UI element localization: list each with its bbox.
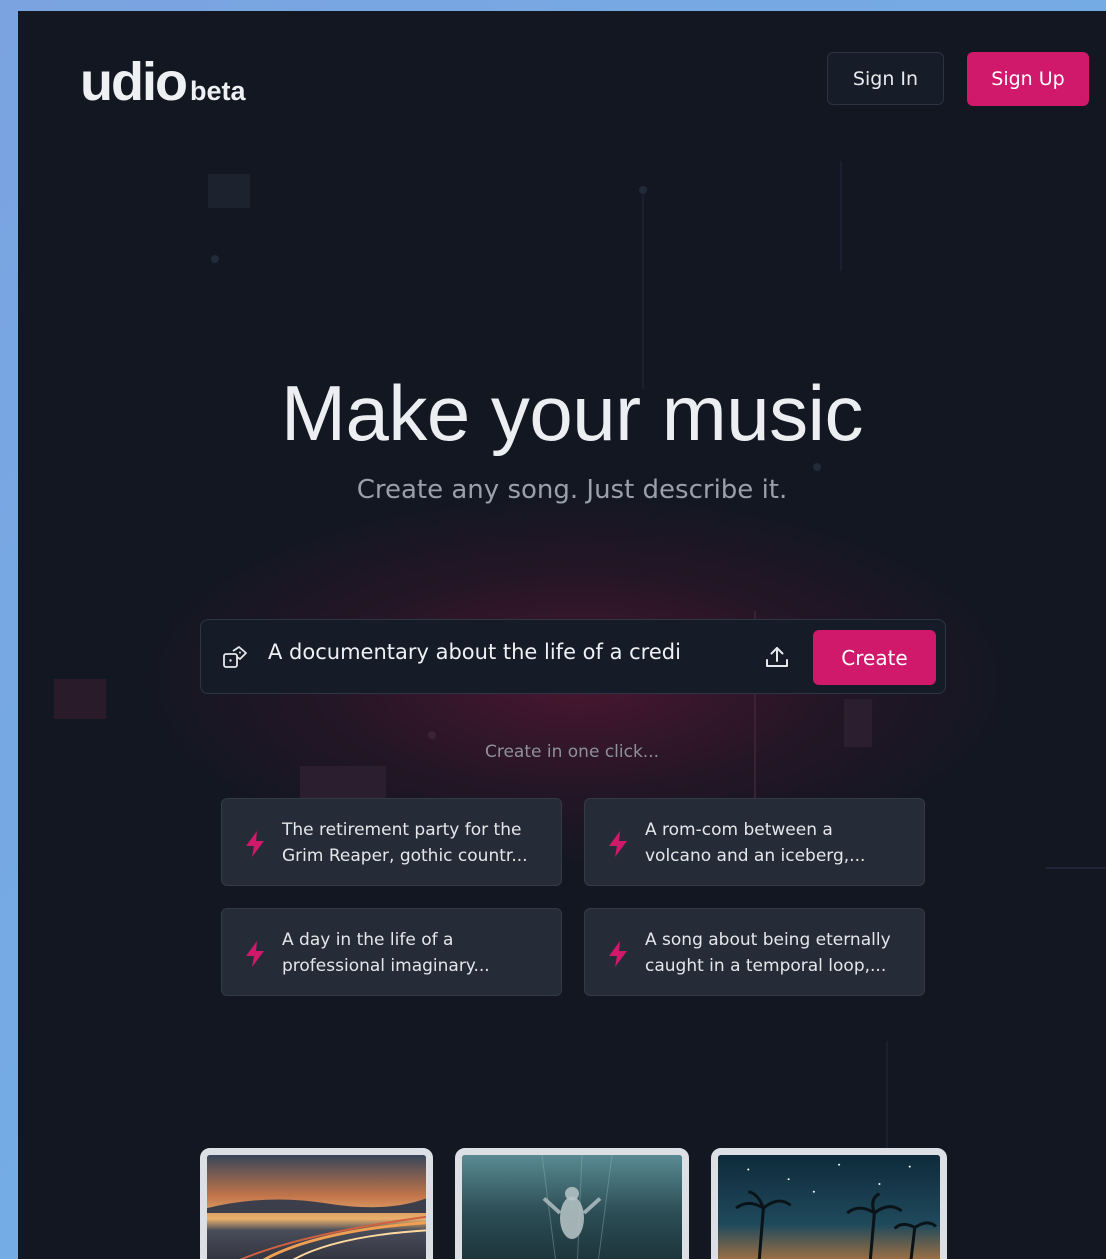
suggestion-line-2: volcano and an iceberg,... bbox=[645, 846, 866, 866]
suggestion-line-2: caught in a temporal loop,... bbox=[645, 956, 887, 976]
suggestion-card[interactable]: The retirement party for the Grim Reaper… bbox=[221, 798, 562, 886]
suggestion-line-1: A day in the life of a bbox=[282, 930, 454, 950]
suggestion-card[interactable]: A rom-com between a volcano and an icebe… bbox=[584, 798, 925, 886]
decor-line bbox=[642, 189, 644, 389]
bolt-icon bbox=[605, 829, 631, 859]
prompt-bar: A documentary about the life of a credi … bbox=[200, 619, 946, 694]
upload-icon[interactable] bbox=[763, 643, 791, 671]
prompt-input[interactable]: A documentary about the life of a credi bbox=[268, 640, 708, 664]
decor-dot bbox=[428, 731, 436, 739]
decor-dot bbox=[813, 463, 821, 471]
decor-dot bbox=[639, 186, 647, 194]
decor-square bbox=[300, 766, 386, 800]
decor-square bbox=[208, 174, 250, 208]
palm-trees-night-thumbnail[interactable] bbox=[711, 1148, 947, 1259]
suggestion-text: A day in the life of a professional imag… bbox=[282, 927, 547, 979]
decor-dot bbox=[211, 255, 219, 263]
suggestion-text: The retirement party for the Grim Reaper… bbox=[282, 817, 547, 869]
suggestion-line-2: Grim Reaper, gothic countr... bbox=[282, 846, 528, 866]
bolt-icon bbox=[242, 829, 268, 859]
hero-subtitle: Create any song. Just describe it. bbox=[356, 475, 788, 505]
app-window: udio beta Sign In Sign Up Make your music… bbox=[18, 11, 1106, 1259]
sign-in-button[interactable]: Sign In bbox=[827, 52, 944, 105]
highway-sunset-thumbnail[interactable] bbox=[200, 1148, 433, 1259]
suggestion-text: A rom-com between a volcano and an icebe… bbox=[645, 817, 910, 869]
underwater-figure-thumbnail[interactable] bbox=[455, 1148, 689, 1259]
suggestions-heading: Create in one click... bbox=[484, 742, 660, 762]
sign-up-button[interactable]: Sign Up bbox=[967, 52, 1089, 106]
hero-title: Make your music bbox=[281, 369, 864, 457]
create-button[interactable]: Create bbox=[813, 630, 936, 685]
suggestion-line-2: professional imaginary... bbox=[282, 956, 490, 976]
suggestion-line-1: A rom-com between a bbox=[645, 820, 833, 840]
decor-line bbox=[840, 161, 842, 271]
suggestion-card[interactable]: A song about being eternally caught in a… bbox=[584, 908, 925, 996]
dice-icon[interactable] bbox=[221, 644, 249, 672]
decor-line bbox=[886, 1041, 888, 1161]
beta-badge: beta bbox=[189, 76, 246, 106]
decor-square bbox=[54, 679, 106, 719]
logo-wordmark: udio bbox=[80, 52, 188, 112]
suggestion-line-1: The retirement party for the bbox=[282, 820, 522, 840]
decor-square bbox=[844, 699, 872, 747]
bolt-icon bbox=[605, 939, 631, 969]
suggestion-text: A song about being eternally caught in a… bbox=[645, 927, 910, 979]
suggestion-card[interactable]: A day in the life of a professional imag… bbox=[221, 908, 562, 996]
decor-line bbox=[1046, 867, 1106, 869]
bolt-icon bbox=[242, 939, 268, 969]
suggestion-line-1: A song about being eternally bbox=[645, 930, 891, 950]
udio-logo[interactable]: udio beta bbox=[80, 51, 246, 113]
